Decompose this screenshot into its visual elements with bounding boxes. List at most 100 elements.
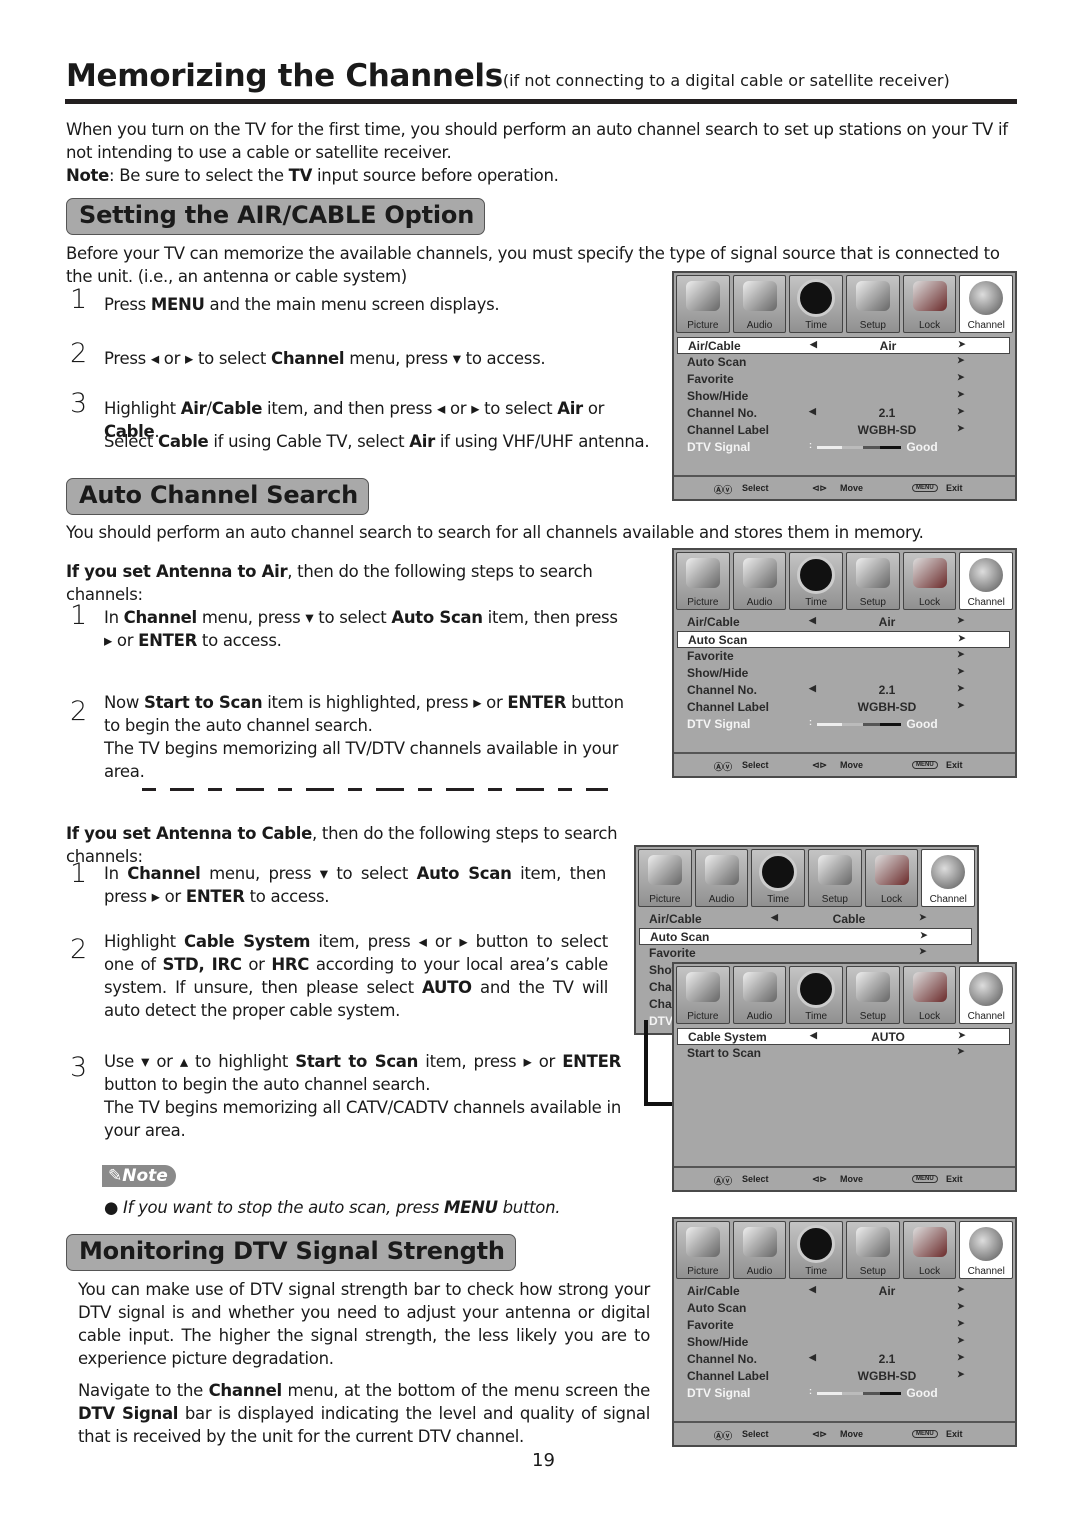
colon: : [809,717,812,727]
dtv-paragraph: You can make use of DTV signal strength … [78,1278,650,1370]
menu-tab-time[interactable]: Time [751,849,806,907]
menu-tab-picture[interactable]: Picture [676,966,730,1024]
menu-item-value: WGBH-SD [857,700,917,714]
dash [348,788,362,791]
menu-tab-lock[interactable]: Lock [902,552,957,610]
menu-item[interactable]: Start to Scan ➤ [677,1045,1010,1062]
text-segment: The TV begins memorizing all TV/DTV chan… [104,739,619,781]
step-text: The TV begins memorizing all TV/DTV chan… [104,737,644,783]
setup-icon [855,972,890,1002]
menu-item[interactable]: Auto Scan ➤ [677,1300,1010,1317]
menu-item[interactable]: Channel No. ◀ 2.1 ➤ [677,682,1010,699]
globe-icon [969,1227,1004,1261]
menu-tab-label: Audio [708,894,735,905]
menu-item[interactable]: Favorite ➤ [677,1317,1010,1334]
menu-tab-setup[interactable]: Setup [808,849,862,907]
dash [558,788,572,791]
menu-item[interactable]: Show/Hide ➤ [677,665,1010,682]
text-segment: Highlight [104,399,181,418]
step-text: In Channel menu, press ▾ to select Auto … [104,862,606,908]
menu-tab-audio[interactable]: Audio [732,1221,787,1279]
menu-item[interactable]: DTV Signal: Good [677,439,1010,456]
menu-item[interactable]: Channel No. ◀ 2.1 ➤ [677,1351,1010,1368]
text-segment: menu, at the bottom of the menu screen t… [281,1381,650,1400]
menu-tab-setup[interactable]: Setup [846,552,900,610]
menu-tab-lock[interactable]: Lock [902,966,957,1024]
menu-item[interactable]: Show/Hide ➤ [677,1334,1010,1351]
menu-tab-audio[interactable]: Audio [694,849,749,907]
menu-item[interactable]: Show/Hide ➤ [677,388,1010,405]
menu-tab-time[interactable]: Time [789,552,844,610]
menu-tab-picture[interactable]: Picture [676,275,730,333]
menu-tab-audio[interactable]: Audio [732,552,787,610]
menu-tab-label: Picture [687,597,719,608]
menu-tab-time[interactable]: Time [789,966,844,1024]
menu-tab-label: Setup [859,1011,886,1022]
menu-tab-setup[interactable]: Setup [846,275,900,333]
menu-item[interactable]: Channel Label WGBH-SD ➤ [677,699,1010,716]
menu-tab-time[interactable]: Time [789,1221,844,1279]
arrow-right-icon: ➤ [958,339,966,349]
menu-tab-lock[interactable]: Lock [902,275,957,333]
menu-tab-channel[interactable]: Channel [921,849,976,907]
bold-text: AUTO [422,978,472,997]
menu-item-value: WGBH-SD [857,423,917,437]
intro-paragraph: When you turn on the TV for the first ti… [66,118,1018,164]
menu-item[interactable]: Favorite ➤ [677,648,1010,665]
menu-tab-time[interactable]: Time [789,275,844,333]
text-segment: item, and then press ◂ or ▸ to select [262,399,558,418]
menu-tab-channel[interactable]: Channel [959,1221,1014,1279]
menu-tab-lock[interactable]: Lock [902,1221,957,1279]
arrow-left-icon: ◀ [810,1030,817,1040]
menu-tab-label: Time [767,894,790,905]
menu-tab-audio[interactable]: Audio [732,966,787,1024]
arrow-connector [644,1020,648,1106]
step-number: 1 [70,858,88,889]
text-segment: or [241,955,272,974]
menu-item[interactable]: DTV Signal: Good [677,716,1010,733]
bold-text: Start to Scan [143,693,263,712]
menu-tab-picture[interactable]: Picture [676,1221,730,1279]
menu-item[interactable]: Favorite ➤ [677,371,1010,388]
menu-tab-audio[interactable]: Audio [732,275,787,333]
menu-item[interactable]: Air/Cable ◀ Cable ➤ [639,911,972,928]
menu-tab-picture[interactable]: Picture [676,552,730,610]
bold-text: MENU [150,295,205,314]
menu-tab-setup[interactable]: Setup [846,966,900,1024]
arrow-left-icon: ◀ [809,1284,816,1294]
menu-item[interactable]: Auto Scan ➤ [677,354,1010,371]
text-segment: button to begin the auto channel search. [104,1075,431,1094]
headphones-icon [742,558,777,588]
menu-item[interactable]: Air/Cable ◀ Air ➤ [677,1283,1010,1300]
bold-text: If you set Antenna to Cable [66,824,313,843]
menu-item[interactable]: Air/Cable ◀ Air ➤ [677,337,1010,354]
menu-item[interactable]: Cable System ◀ AUTO ➤ [677,1028,1010,1045]
menu-item[interactable]: Channel Label WGBH-SD ➤ [677,422,1010,439]
menu-item[interactable]: Channel No. ◀ 2.1 ➤ [677,405,1010,422]
menu-tab-setup[interactable]: Setup [846,1221,900,1279]
menu-tab-label: Audio [746,320,773,331]
headphones-icon [704,855,739,885]
step-text: Press MENU and the main menu screen disp… [104,293,644,316]
menu-item[interactable]: Channel Label WGBH-SD ➤ [677,1368,1010,1385]
menu-tab-lock[interactable]: Lock [864,849,919,907]
footer-move: Move [840,1174,864,1184]
text-segment: menu, press ▾ to access. [344,349,546,368]
note-label: Note [122,1166,168,1186]
menu-item[interactable]: Favorite ➤ [639,945,972,962]
menu-tab-channel[interactable]: Channel [959,966,1014,1024]
menu-item[interactable]: Auto Scan ➤ [639,928,972,945]
menu-tabs: Picture Audio Time Setup Lock Channel [676,552,1014,610]
bold-text: Air [180,399,207,418]
menu-tab-channel[interactable]: Channel [959,275,1014,333]
arrow-right-icon: ➤ [958,1030,966,1040]
globe-icon [969,972,1004,1006]
colon: : [809,440,812,450]
menu-item[interactable]: DTV Signal: Good [677,1385,1010,1402]
menu-tab-picture[interactable]: Picture [638,849,692,907]
menu-item[interactable]: Auto Scan ➤ [677,631,1010,648]
menu-item[interactable]: Air/Cable ◀ Air ➤ [677,614,1010,631]
step-number: 1 [70,284,88,315]
menu-tab-channel[interactable]: Channel [959,552,1014,610]
up-down-icon: Ⓐⓥ [714,1431,733,1441]
